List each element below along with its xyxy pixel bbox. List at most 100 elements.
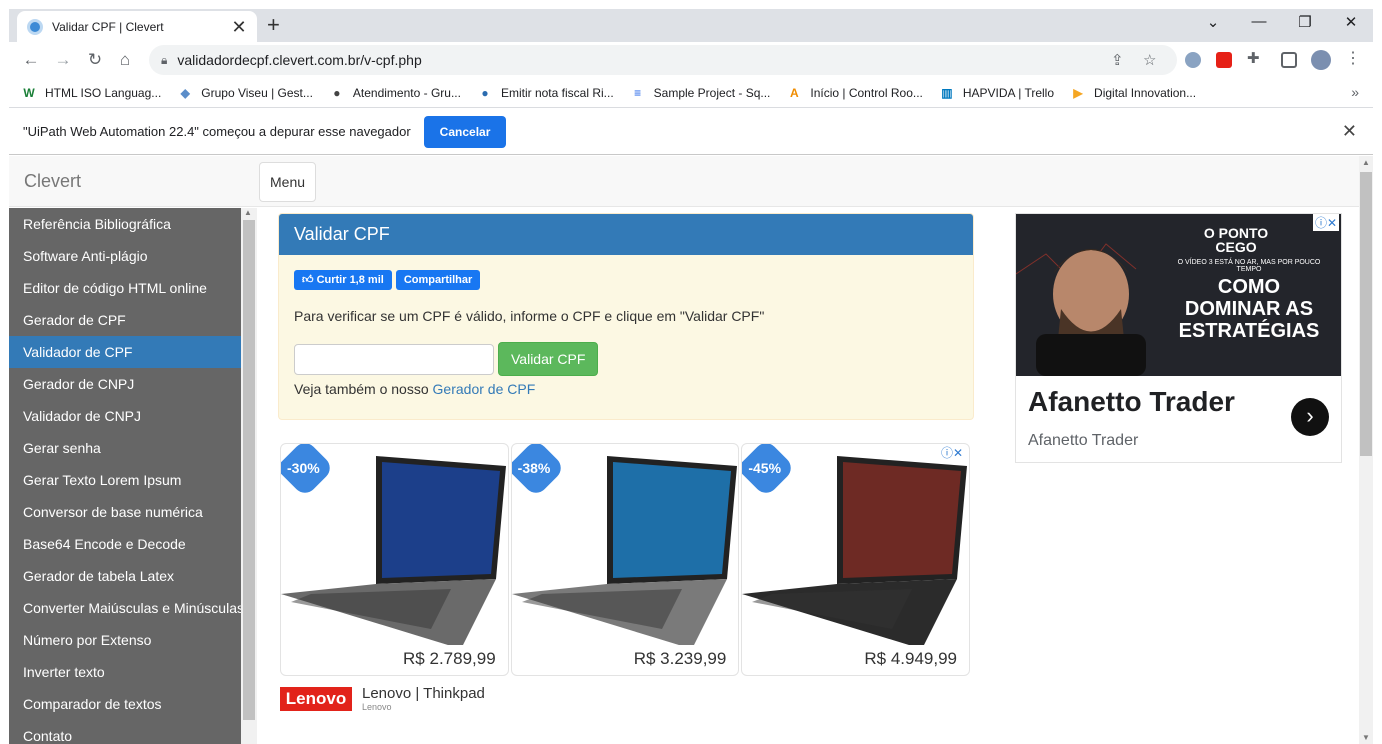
infobar-close-icon[interactable]: ✕ (1342, 121, 1357, 142)
back-icon[interactable]: ← (19, 50, 43, 70)
extension-uipath-icon[interactable] (1185, 52, 1201, 68)
browser-toolbar: ← → ↻ ⌂ 🔒︎ validadordecpf.clevert.com.br… (9, 42, 1373, 78)
product-ad-card[interactable]: -38% R$ 3.239,99 (510, 443, 740, 676)
bookmark-label: Grupo Viseu | Gest... (201, 85, 313, 100)
product-price: R$ 3.239,99 (625, 645, 731, 669)
sidebar-item[interactable]: Software Anti-plágio (9, 240, 241, 272)
ad-choices-icon[interactable]: ⓘ✕ (1312, 214, 1339, 231)
social-buttons: 👍︎ Curtir 1,8 mil Compartilhar (294, 270, 973, 290)
product-ads: -30% R$ 2.789,99 -38% R$ 3.239,99 -45% R$ 4.9… (280, 443, 972, 678)
see-also-text: Veja também o nosso Gerador de CPF (294, 381, 973, 397)
bookmark-item[interactable]: ▶ Digital Innovation... (1070, 85, 1196, 101)
sidebar-item[interactable]: Gerador de tabela Latex (9, 560, 241, 592)
extensions-puzzle-icon[interactable]: ✚ (1247, 49, 1263, 67)
bookmark-label: Emitir nota fiscal Ri... (500, 85, 614, 100)
ad-choices-icon[interactable]: ⓘ✕ (941, 444, 963, 461)
tab-close-icon[interactable]: ✕ (231, 18, 247, 36)
sidebar-item[interactable]: Gerar senha (9, 432, 241, 464)
tab-search-icon[interactable]: ⌄ (1201, 13, 1225, 31)
bookmarks-overflow-icon[interactable]: » (1351, 84, 1359, 100)
side-ad-image[interactable]: O PONTO CEGO O VÍDEO 3 ESTÁ NO AR, MAS P… (1016, 214, 1341, 376)
sidebar-scroll-thumb[interactable] (243, 220, 255, 720)
bookmark-star-icon[interactable]: ☆ (1143, 51, 1156, 69)
main-content: Validar CPF 👍︎ Curtir 1,8 mil Compartilh… (278, 213, 974, 712)
web-page: Clevert Menu Referência Bibliográfica Sof… (9, 156, 1373, 744)
validate-cpf-button[interactable]: Validar CPF (498, 342, 599, 376)
facebook-share-button[interactable]: Compartilhar (395, 270, 481, 290)
sidebar-item[interactable]: Contato (9, 720, 241, 744)
discount-label: -38% (517, 460, 551, 476)
tab-active[interactable]: Validar CPF | Clevert ✕ (17, 11, 257, 42)
debug-infobar: "UiPath Web Automation 22.4" começou a d… (9, 109, 1373, 155)
cpf-generator-link[interactable]: Gerador de CPF (433, 381, 536, 397)
forward-icon[interactable]: → (51, 50, 75, 70)
sidebar: Referência Bibliográfica Software Anti-pl… (9, 208, 241, 744)
bookmark-favicon-icon: W (23, 85, 35, 100)
page-scrollbar[interactable]: ▲ ▼ (1359, 156, 1373, 744)
scroll-down-icon[interactable]: ▼ (1362, 733, 1370, 742)
restore-icon[interactable]: ❐ (1293, 13, 1317, 31)
product-ad-card[interactable]: -30% R$ 2.789,99 (280, 443, 509, 676)
lenovo-logo[interactable]: Lenovo (280, 686, 352, 711)
sidebar-item[interactable]: Número por Extenso (9, 624, 241, 656)
tab-strip: Validar CPF | Clevert ✕ + ⌄ — ❐ ✕ (9, 9, 1373, 42)
product-ad-card[interactable]: -45% R$ 4.949,99 ⓘ✕ (741, 443, 971, 676)
bookmark-item[interactable]: W HTML ISO Languag... (21, 85, 161, 101)
bookmark-item[interactable]: ≡ Sample Project - Sq... (630, 85, 770, 101)
kebab-menu-icon[interactable]: ⋮ (1345, 48, 1361, 67)
facebook-like-button[interactable]: 👍︎ Curtir 1,8 mil (294, 270, 392, 290)
sidebar-item[interactable]: Conversor de base numérica (9, 496, 241, 528)
lock-icon[interactable]: 🔒︎ (161, 53, 167, 68)
infobar-cancel-button[interactable]: Cancelar (423, 115, 507, 148)
bookmark-item[interactable]: A Início | Control Roo... (786, 85, 923, 101)
scroll-up-icon[interactable]: ▲ (1362, 158, 1370, 167)
bookmark-item[interactable]: ● Emitir nota fiscal Ri... (477, 85, 614, 101)
side-advertisement[interactable]: O PONTO CEGO O VÍDEO 3 ESTÁ NO AR, MAS P… (1015, 213, 1342, 463)
reload-icon[interactable]: ↻ (83, 50, 107, 70)
sidebar-item[interactable]: Editor de código HTML online (9, 272, 241, 304)
page-scroll-thumb[interactable] (1360, 172, 1372, 456)
home-icon[interactable]: ⌂ (113, 50, 137, 70)
window-close-icon[interactable]: ✕ (1339, 13, 1363, 31)
cpf-input[interactable] (294, 343, 494, 375)
extension-youtube-icon[interactable] (1216, 52, 1232, 68)
validate-panel: Validar CPF 👍︎ Curtir 1,8 mil Compartilh… (278, 213, 974, 420)
side-ad-subtitle: Afanetto Trader (1028, 432, 1139, 449)
new-tab-button[interactable]: + (267, 14, 280, 36)
sidebar-item[interactable]: Referência Bibliográfica (9, 208, 241, 240)
sidebar-item[interactable]: Validador de CNPJ (9, 400, 241, 432)
sidebar-item[interactable]: Gerador de CNPJ (9, 368, 241, 400)
discount-label: -30% (287, 460, 320, 476)
side-panel-icon[interactable] (1281, 52, 1297, 68)
side-ad-title[interactable]: Afanetto Trader (1028, 386, 1235, 418)
minimize-icon[interactable]: — (1247, 13, 1271, 30)
side-ad-small-text: O VÍDEO 3 ESTÁ NO AR, MAS POR POUCO TEMP… (1177, 259, 1321, 273)
product-price: R$ 2.789,99 (395, 645, 500, 669)
sidebar-item[interactable]: Validador de CPF (9, 336, 241, 368)
side-ad-arrow-button[interactable]: › (1291, 398, 1329, 436)
sidebar-item[interactable]: Converter Maiúsculas e Minúsculas (9, 592, 241, 624)
ad-brand-title[interactable]: Lenovo | Thinkpad (362, 685, 485, 702)
site-brand[interactable]: Clevert (24, 171, 81, 192)
tab-title: Validar CPF | Clevert (52, 19, 164, 34)
like-label: Curtir 1,8 mil (316, 274, 384, 286)
bookmark-item[interactable]: ▥ HAPVIDA | Trello (939, 85, 1054, 101)
address-bar[interactable]: 🔒︎ validadordecpf.clevert.com.br/v-cpf.p… (149, 45, 1177, 75)
sidebar-item[interactable]: Base64 Encode e Decode (9, 528, 241, 560)
sidebar-item[interactable]: Gerar Texto Lorem Ipsum (9, 464, 241, 496)
sidebar-scrollbar[interactable]: ▲ (241, 208, 257, 744)
profile-avatar[interactable] (1311, 50, 1331, 70)
site-navbar: Clevert Menu (9, 156, 1359, 207)
sidebar-scroll-up-icon[interactable]: ▲ (244, 208, 252, 217)
bookmark-item[interactable]: ● Atendimento - Gru... (329, 85, 461, 101)
url-text[interactable]: validadordecpf.clevert.com.br/v-cpf.php (177, 52, 421, 68)
bookmark-favicon-icon: A (790, 85, 799, 100)
sidebar-item[interactable]: Comparador de textos (9, 688, 241, 720)
menu-button[interactable]: Menu (259, 162, 317, 202)
bookmark-label: Início | Control Roo... (810, 85, 923, 100)
sidebar-item[interactable]: Gerador de CPF (9, 304, 241, 336)
share-icon[interactable]: ⇪ (1111, 51, 1124, 69)
bookmark-item[interactable]: ◆ Grupo Viseu | Gest... (177, 85, 313, 101)
sidebar-item[interactable]: Inverter texto (9, 656, 241, 688)
ad-brand-row[interactable]: Lenovo Lenovo | Thinkpad Lenovo (280, 685, 485, 712)
